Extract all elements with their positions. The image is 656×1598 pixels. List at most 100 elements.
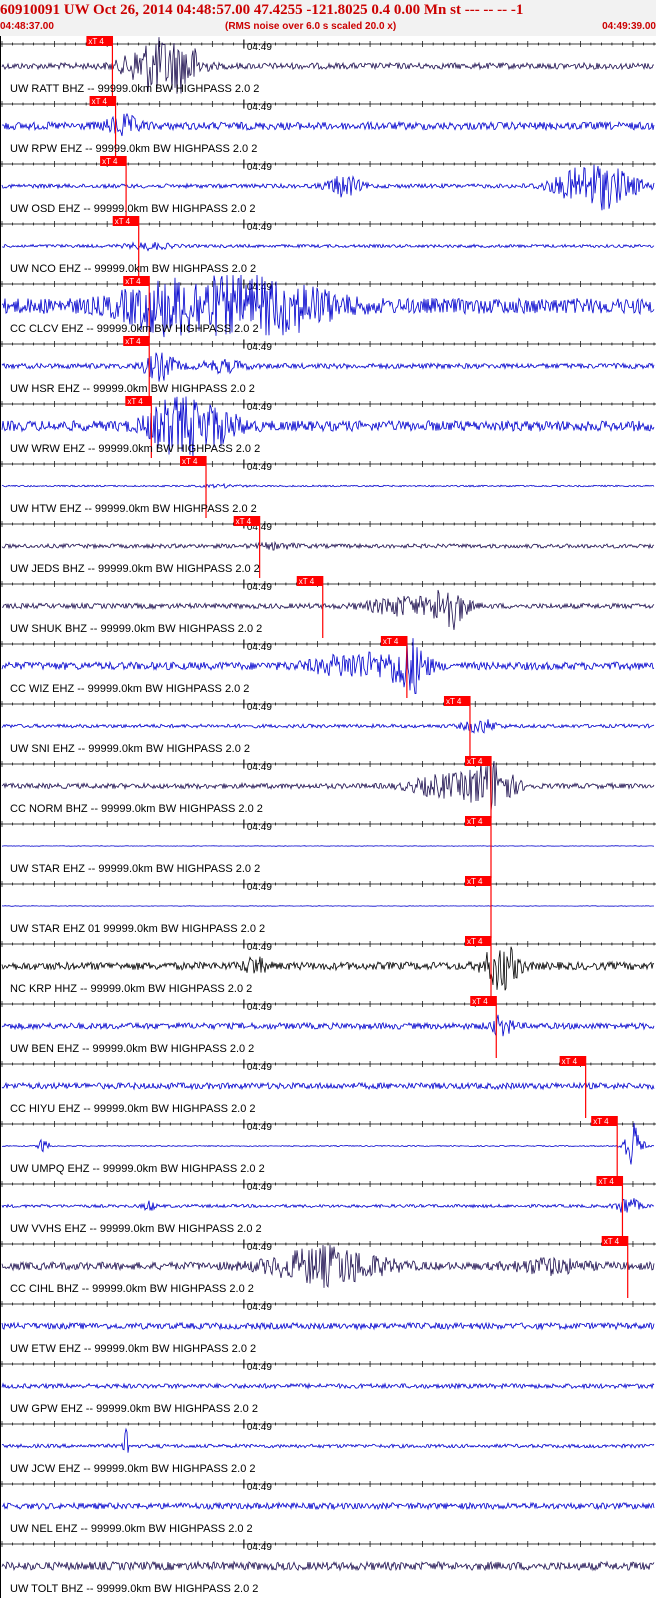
channel-label: CC WIZ EHZ -- 99999.0km BW HIGHPASS 2.0 … — [10, 683, 249, 695]
channel-label: NC KRP HHZ -- 99999.0km BW HIGHPASS 2.0 … — [10, 983, 252, 995]
waveform — [1, 1427, 655, 1453]
channel-label: UW GPW EHZ -- 99999.0km BW HIGHPASS 2.0 … — [10, 1403, 258, 1415]
trace-5: 04:49 xT 4 CC CLCV EHZ -- 99999.0km BW HIG… — [0, 274, 656, 338]
end-time: 04:49:39.00 — [602, 21, 656, 32]
major-tick-label: 04:49 — [247, 882, 272, 893]
channel-label: UW HTW EHZ -- 99999.0km BW HIGHPASS 2.0 … — [10, 503, 257, 515]
pick-label: xT 4 — [125, 337, 141, 346]
channel-label: UW SNI EHZ -- 99999.0km BW HIGHPASS 2.0 … — [10, 743, 250, 755]
channel-label: UW JEDS BHZ -- 99999.0km BW HIGHPASS 2.0… — [10, 563, 260, 575]
channel-label: UW JCW EHZ -- 99999.0km BW HIGHPASS 2.0 … — [10, 1463, 256, 1475]
trace-10: 04:49 xT 4 UW SHUK BHZ -- 99999.0km BW HIG… — [0, 576, 656, 638]
channel-label: UW HSR EHZ -- 99999.0km BW HIGHPASS 2.0 … — [10, 383, 255, 395]
major-tick-label: 04:49 — [247, 702, 272, 713]
trace-22: 04:49 UW ETW EHZ -- 99999.0km BW HIGHPASS… — [0, 1299, 656, 1355]
major-tick-label: 04:49 — [247, 1122, 272, 1133]
waveform — [1, 1198, 655, 1213]
pick-label: xT 4 — [125, 277, 141, 286]
major-tick-label: 04:49 — [247, 462, 272, 473]
major-tick-label: 04:49 — [247, 1182, 272, 1193]
trace-8: 04:49 xT 4 UW HTW EHZ -- 99999.0km BW HIGH… — [0, 456, 656, 518]
trace-23: 04:49 UW GPW EHZ -- 99999.0km BW HIGHPASS… — [0, 1359, 656, 1415]
pick-label: xT 4 — [182, 457, 198, 466]
channel-label: UW NEL EHZ -- 99999.0km BW HIGHPASS 2.0 … — [10, 1523, 253, 1535]
trace-9: 04:49xT 4UW JEDS BHZ -- 99999.0km BW HIG… — [0, 516, 656, 578]
pick-label: xT 4 — [467, 817, 483, 826]
channel-label: UW NCO EHZ -- 99999.0km BW HIGHPASS 2.0 … — [10, 263, 256, 275]
trace-4: 04:49 xT 4 UW NCO EHZ -- 99999.0km BW HIGH… — [0, 216, 656, 278]
pick-label: xT 4 — [88, 37, 104, 46]
channel-label: UW WRW EHZ -- 99999.0km BW HIGHPASS 2.0 … — [10, 443, 260, 455]
channel-label: UW VVHS EHZ -- 99999.0km BW HIGHPASS 2.0… — [10, 1223, 262, 1235]
start-time: 04:48:37.00 — [0, 21, 54, 32]
seismogram-plot: 04:49 xT 4 UW RATT BHZ -- 99999.0km BW HIG… — [0, 36, 656, 1598]
major-tick-label: 04:49 — [247, 942, 272, 953]
trace-24: 04:49 UW JCW EHZ -- 99999.0km BW HIGHPASS… — [0, 1419, 656, 1475]
channel-label: CC CLCV EHZ -- 99999.0km BW HIGHPASS 2.0… — [10, 323, 259, 335]
pick-label: xT 4 — [593, 1117, 609, 1126]
trace-25: 04:49 UW NEL EHZ -- 99999.0km BW HIGHPASS… — [0, 1479, 656, 1535]
pick-label: xT 4 — [236, 517, 252, 526]
channel-label: UW BEN EHZ -- 99999.0km BW HIGHPASS 2.0 … — [10, 1043, 254, 1055]
channel-label: UW RPW EHZ -- 99999.0km BW HIGHPASS 2.0 … — [10, 143, 257, 155]
waveform — [1, 241, 655, 252]
pick-label: xT 4 — [467, 877, 483, 886]
major-tick-label: 04:49 — [247, 1002, 272, 1013]
waveform — [1, 1244, 655, 1288]
channel-label: UW TOLT BHZ -- 99999.0km BW HIGHPASS 2.0… — [10, 1583, 258, 1595]
major-tick-label: 04:49 — [247, 582, 272, 593]
channel-label: UW STAR EHZ 01 99999.0km BW HIGHPASS 2.0… — [10, 923, 265, 935]
major-tick-label: 04:49 — [247, 342, 272, 353]
waveform — [1, 352, 655, 382]
event-title: 60910091 UW Oct 26, 2014 04:48:57.00 47.… — [0, 2, 524, 18]
trace-12: 04:49 xT 4 UW SNI EHZ -- 99999.0km BW HIGH… — [0, 696, 656, 758]
trace-6: 04:49 xT 4 UW HSR EHZ -- 99999.0km BW HIGH… — [0, 336, 656, 398]
major-tick-label: 04:49 — [247, 1062, 272, 1073]
channel-label: UW SHUK BHZ -- 99999.0km BW HIGHPASS 2.0… — [10, 623, 262, 635]
trace-13: 04:49 xT 4 CC NORM BHZ -- 99999.0km BW HIG… — [0, 756, 656, 818]
waveform — [1, 482, 655, 489]
major-tick-label: 04:49 — [247, 762, 272, 773]
trace-21: 04:49 xT 4 CC CIHL BHZ -- 99999.0km BW HIG… — [0, 1236, 656, 1298]
channel-label: UW ETW EHZ -- 99999.0km BW HIGHPASS 2.0 … — [10, 1343, 256, 1355]
waveform — [1, 1501, 655, 1511]
major-tick-label: 04:49 — [247, 1482, 272, 1493]
pick-label: xT 4 — [102, 157, 118, 166]
trace-15: 04:49 xT 4 UW STAR EHZ 01 99999.0km BW HIG… — [0, 876, 656, 938]
pick-label: xT 4 — [383, 637, 399, 646]
pick-label: xT 4 — [92, 97, 108, 106]
trace-18: 04:49 xT 4 CC HIYU EHZ -- 99999.0km BW HIG… — [0, 1056, 656, 1118]
trace-2: 04:49 xT 4 UW RPW EHZ -- 99999.0km BW HIGH… — [0, 96, 656, 158]
waveform — [1, 112, 655, 137]
channel-label: CC HIYU EHZ -- 99999.0km BW HIGHPASS 2.0… — [10, 1103, 256, 1115]
waveform — [1, 905, 654, 907]
major-tick-label: 04:49 — [247, 1362, 272, 1373]
channel-label: UW RATT BHZ -- 99999.0km BW HIGHPASS 2.0… — [10, 83, 259, 95]
pick-label: xT 4 — [562, 1057, 578, 1066]
major-tick-label: 04:49 — [247, 282, 272, 293]
major-tick-label: 04:49 — [247, 1242, 272, 1253]
pick-label: xT 4 — [115, 217, 131, 226]
major-tick-label: 04:49 — [247, 162, 272, 173]
major-tick-label: 04:49 — [247, 1422, 272, 1433]
pick-label: xT 4 — [472, 997, 488, 1006]
pick-label: xT 4 — [598, 1177, 614, 1186]
major-tick-label: 04:49 — [247, 642, 272, 653]
trace-19: 04:49 xT 4 UW UMPQ EHZ -- 99999.0km BW HIG… — [0, 1116, 656, 1178]
pick-label: xT 4 — [467, 937, 483, 946]
trace-20: 04:49 xT 4 UW VVHS EHZ -- 99999.0km BW HIG… — [0, 1176, 656, 1238]
rms-note: (RMS noise over 6.0 s scaled 20.0 x) — [225, 21, 397, 32]
trace-26: 04:49 UW TOLT BHZ -- 99999.0km BW HIGHPAS… — [0, 1539, 656, 1595]
trace-14: 04:49 xT 4 UW STAR EHZ -- 99999.0km BW HIG… — [0, 816, 656, 878]
channel-label: UW OSD EHZ -- 99999.0km BW HIGHPASS 2.0 … — [10, 203, 256, 215]
major-tick-label: 04:49 — [247, 1302, 272, 1313]
waveform — [1, 1014, 655, 1037]
trace-17: 04:49 xT 4 UW BEN EHZ -- 99999.0km BW HIGH… — [0, 996, 656, 1058]
channel-label: UW UMPQ EHZ -- 99999.0km BW HIGHPASS 2.0… — [10, 1163, 265, 1175]
pick-label: xT 4 — [467, 757, 483, 766]
waveform — [1, 1081, 655, 1091]
trace-11: 04:49 xT 4 CC WIZ EHZ -- 99999.0km BW HIGH… — [0, 636, 656, 698]
major-tick-label: 04:49 — [247, 402, 272, 413]
header: 60910091 UW Oct 26, 2014 04:48:57.00 47.… — [0, 0, 656, 36]
waveform — [1, 540, 655, 551]
